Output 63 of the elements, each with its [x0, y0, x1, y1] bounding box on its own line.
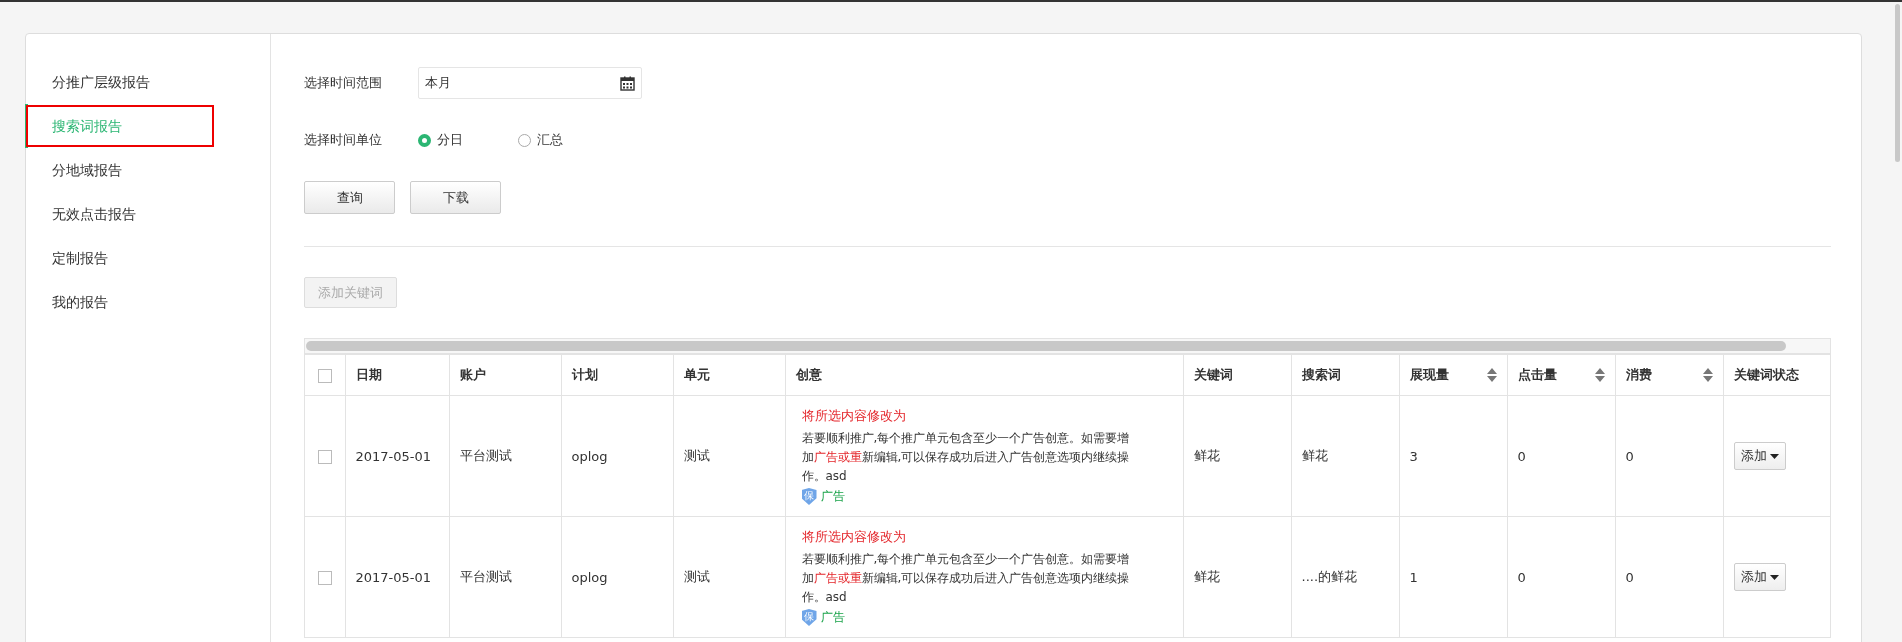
table-cell: 平台测试: [459, 448, 512, 463]
action-button[interactable]: 下载: [410, 181, 501, 214]
shield-icon: 保: [801, 609, 817, 626]
time-unit-label: 选择时间单位: [304, 131, 383, 149]
ad-label: 广告: [820, 488, 845, 505]
column-header: 消费: [1625, 366, 1652, 384]
table-cell: 0: [1517, 569, 1526, 585]
table-cell: 鲜花: [1193, 448, 1220, 463]
table-cell: 0: [1625, 569, 1634, 585]
table-cell: 0: [1625, 448, 1634, 464]
sidebar-item[interactable]: 无效点击报告: [25, 192, 270, 236]
column-header: 单元: [683, 366, 710, 384]
table-cell: 平台测试: [459, 569, 512, 584]
column-header: 点击量: [1517, 366, 1557, 384]
sort-icon[interactable]: [1486, 368, 1497, 382]
creative-title: 将所选内容修改为: [801, 528, 907, 546]
column-header: 计划: [571, 366, 598, 384]
caret-icon: [1769, 574, 1779, 580]
table-cell: 2017-05-01: [355, 569, 432, 585]
column-header: 账户: [459, 366, 486, 384]
time-range-label: 选择时间范围: [304, 74, 383, 92]
action-button[interactable]: 查询: [304, 181, 395, 214]
creative-title: 将所选内容修改为: [801, 407, 907, 425]
column-header: 关键词状态: [1733, 366, 1799, 384]
column-header: 展现量: [1409, 366, 1449, 384]
vertical-scrollbar[interactable]: [1895, 4, 1900, 162]
creative-description: 若要顺利推广,每个推广单元包含至少一个广告创意。如需要增加广告或重新编辑,可以保存成功后进入广告创意选项内继续操作。asd: [801, 430, 1130, 485]
table-cell: oplog: [571, 569, 608, 585]
date-range-field[interactable]: 本月: [418, 67, 642, 99]
column-header: 日期: [355, 366, 382, 384]
add-dropdown-button[interactable]: 添加: [1733, 563, 1786, 591]
table-cell: 测试: [683, 569, 710, 584]
column-header: 搜索词: [1301, 366, 1341, 384]
radio-label[interactable]: 汇总: [537, 131, 563, 149]
radio-label[interactable]: 分日: [437, 131, 463, 149]
row-checkbox[interactable]: [317, 449, 332, 464]
sidebar-item[interactable]: 分地域报告: [25, 148, 270, 192]
horizontal-scrollbar[interactable]: [304, 338, 1831, 354]
calendar-icon[interactable]: [620, 75, 635, 91]
table-cell: oplog: [571, 448, 608, 464]
shield-icon: 保: [801, 488, 817, 505]
sidebar-item[interactable]: 我的报告: [25, 280, 270, 324]
creative-description: 若要顺利推广,每个推广单元包含至少一个广告创意。如需要增加广告或重新编辑,可以保存成功后进入广告创意选项内继续操作。asd: [801, 551, 1130, 606]
column-header: 关键词: [1193, 366, 1233, 384]
sort-icon[interactable]: [1702, 368, 1713, 382]
add-dropdown-button[interactable]: 添加: [1733, 442, 1786, 470]
sort-icon[interactable]: [1594, 368, 1605, 382]
table-cell: ....的鲜花: [1301, 569, 1358, 584]
table-cell: 鲜花: [1301, 448, 1328, 463]
ad-label: 广告: [820, 609, 845, 626]
row-checkbox[interactable]: [317, 570, 332, 585]
column-header: 创意: [795, 366, 822, 384]
sidebar-item[interactable]: 定制报告: [25, 236, 270, 280]
radio-button[interactable]: [418, 133, 431, 147]
sidebar-item[interactable]: 分推广层级报告: [25, 60, 270, 104]
caret-icon: [1769, 453, 1779, 459]
table-cell: 3: [1409, 448, 1418, 464]
table-cell: 2017-05-01: [355, 448, 432, 464]
table-cell: 鲜花: [1193, 569, 1220, 584]
select-all-checkbox[interactable]: [317, 368, 332, 383]
table-cell: 测试: [683, 448, 710, 463]
table-cell: 1: [1409, 569, 1418, 585]
table-cell: 0: [1517, 448, 1526, 464]
